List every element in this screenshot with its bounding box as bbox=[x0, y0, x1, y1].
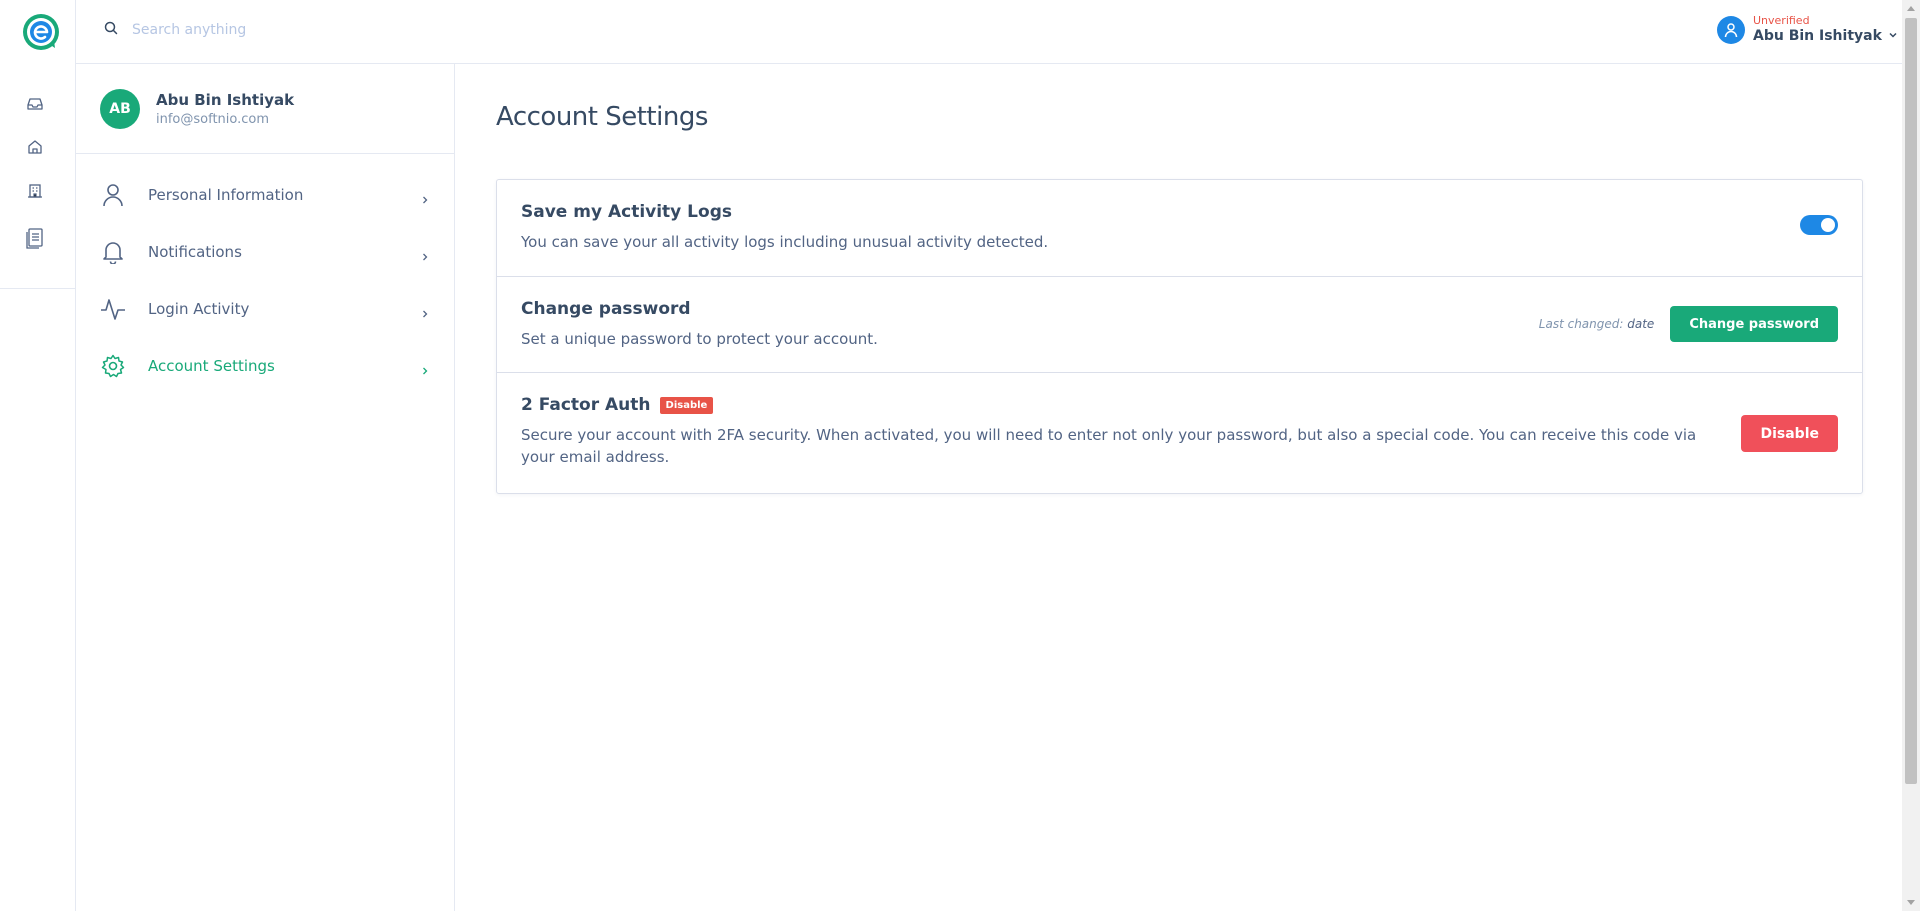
search-input[interactable] bbox=[132, 21, 392, 38]
change-password-setting: Change password Set a unique password to… bbox=[497, 277, 1862, 373]
menu-item-notifications[interactable]: Notifications bbox=[76, 223, 454, 280]
menu-item-login-activity[interactable]: Login Activity bbox=[76, 280, 454, 337]
chevron-down-icon bbox=[1888, 27, 1898, 45]
activity-log-title: Save my Activity Logs bbox=[521, 202, 732, 222]
bell-icon bbox=[100, 239, 126, 265]
two-factor-setting: 2 Factor Auth Disable Secure your accoun… bbox=[497, 373, 1862, 493]
menu-item-label: Account Settings bbox=[148, 356, 275, 375]
user-avatar-icon bbox=[1717, 15, 1745, 44]
document-icon[interactable] bbox=[24, 227, 46, 249]
profile-menu: Personal Information Notifications Login… bbox=[76, 154, 454, 394]
page-title: Account Settings bbox=[496, 102, 708, 132]
search-bar bbox=[104, 20, 392, 39]
rail-divider bbox=[0, 288, 76, 289]
chevron-right-icon bbox=[420, 361, 430, 374]
change-password-button[interactable]: Change password bbox=[1670, 306, 1838, 342]
profile-name: Abu Bin Ishtiyak bbox=[156, 90, 295, 109]
two-factor-desc: Secure your account with 2FA security. W… bbox=[521, 426, 1697, 466]
app-logo[interactable] bbox=[22, 13, 60, 51]
building-icon[interactable] bbox=[24, 180, 46, 202]
last-changed-text: Last changed: date bbox=[1539, 317, 1655, 331]
scroll-up-icon[interactable] bbox=[1907, 6, 1915, 11]
profile-sidebar: AB Abu Bin Ishtiyak info@softnio.com Per… bbox=[76, 64, 455, 911]
activity-icon bbox=[100, 296, 126, 322]
user-status: Unverified bbox=[1753, 14, 1810, 27]
chevron-right-icon bbox=[420, 247, 430, 260]
profile-email: info@softnio.com bbox=[156, 111, 270, 127]
inbox-icon[interactable] bbox=[24, 93, 46, 115]
menu-item-account-settings[interactable]: Account Settings bbox=[76, 337, 454, 394]
menu-item-label: Login Activity bbox=[148, 299, 250, 318]
avatar: AB bbox=[100, 88, 140, 129]
scroll-down-icon[interactable] bbox=[1907, 900, 1915, 905]
scrollbar-thumb[interactable] bbox=[1905, 18, 1917, 784]
menu-item-label: Personal Information bbox=[148, 185, 304, 204]
activity-log-setting: Save my Activity Logs You can save your … bbox=[497, 180, 1862, 277]
last-changed-value: date bbox=[1627, 317, 1655, 331]
toggle-knob bbox=[1821, 218, 1835, 232]
home-icon[interactable] bbox=[24, 136, 46, 158]
two-factor-title: 2 Factor Auth bbox=[521, 395, 651, 415]
user-name: Abu Bin Ishityak bbox=[1753, 28, 1882, 44]
search-icon[interactable] bbox=[104, 20, 118, 39]
activity-log-desc: You can save your all activity logs incl… bbox=[521, 233, 1049, 251]
chevron-right-icon bbox=[420, 190, 430, 203]
profile-card: AB Abu Bin Ishtiyak info@softnio.com bbox=[76, 64, 454, 154]
top-header: Unverified Abu Bin Ishityak bbox=[76, 0, 1902, 64]
menu-item-label: Notifications bbox=[148, 242, 242, 261]
chevron-right-icon bbox=[420, 304, 430, 317]
user-dropdown[interactable]: Unverified Abu Bin Ishityak bbox=[1717, 14, 1898, 45]
settings-card: Save my Activity Logs You can save your … bbox=[496, 179, 1863, 494]
page-scrollbar[interactable] bbox=[1902, 0, 1920, 911]
gear-icon bbox=[100, 353, 126, 379]
activity-log-toggle[interactable] bbox=[1800, 215, 1838, 235]
app-rail bbox=[0, 0, 76, 911]
status-badge: Disable bbox=[659, 396, 714, 414]
last-changed-label: Last changed: bbox=[1538, 317, 1624, 331]
disable-2fa-button[interactable]: Disable bbox=[1741, 415, 1838, 452]
menu-item-personal-information[interactable]: Personal Information bbox=[76, 166, 454, 223]
user-icon bbox=[100, 182, 126, 208]
